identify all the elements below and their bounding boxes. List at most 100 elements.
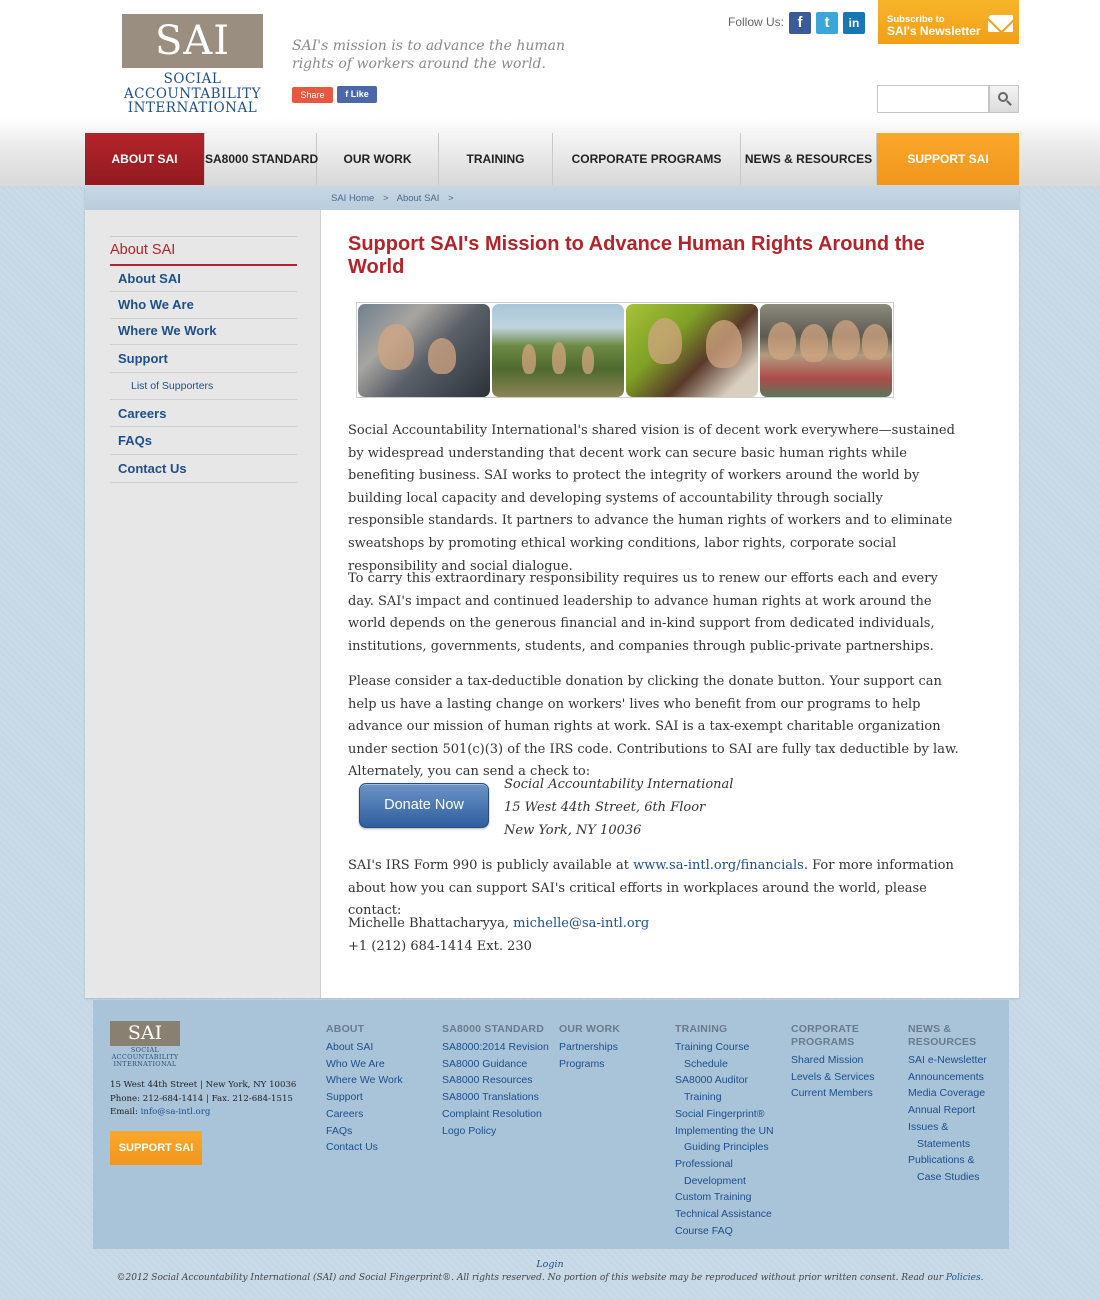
copyright-text: ©2012 Social Accountability Internationa… <box>116 1273 946 1283</box>
facebook-icon[interactable]: f <box>789 12 811 34</box>
footer-link[interactable]: Technical Assistance <box>675 1206 774 1223</box>
sidebar-item-faqs[interactable]: FAQs <box>110 427 297 455</box>
main-nav: ABOUT SAI SA8000 STANDARD OUR WORK TRAIN… <box>85 133 1019 185</box>
footer-link[interactable]: Social Fingerprint® <box>675 1106 774 1123</box>
footer-link[interactable]: Case Studies <box>908 1169 987 1186</box>
footer-col-corporate: CORPORATE PROGRAMS Shared Mission Levels … <box>791 1023 874 1102</box>
sidebar-item-list-of-supporters[interactable]: List of Supporters <box>110 373 297 400</box>
photo-field-workers <box>492 304 624 397</box>
nav-training[interactable]: TRAINING <box>439 133 553 185</box>
footer-col-heading[interactable]: CORPORATE PROGRAMS <box>791 1023 874 1049</box>
contact-email-link[interactable]: michelle@sa-intl.org <box>513 916 649 931</box>
footer-link[interactable]: FAQs <box>326 1123 403 1140</box>
share-button[interactable]: Share <box>292 87 333 103</box>
sidebar-item-careers[interactable]: Careers <box>110 400 297 427</box>
footer-link[interactable]: Training Course <box>675 1039 774 1056</box>
footer-link[interactable]: Schedule <box>675 1056 774 1073</box>
donate-now-button[interactable]: Donate Now <box>359 783 489 828</box>
footer-link[interactable]: SA8000 Resources <box>442 1072 549 1089</box>
footer-link[interactable]: Course FAQ <box>675 1223 774 1240</box>
footer-link[interactable]: Where We Work <box>326 1072 403 1089</box>
footer-address-line: 15 West 44th Street | New York, NY 10036 <box>110 1080 297 1090</box>
sidebar-item-where-we-work[interactable]: Where We Work <box>110 319 297 345</box>
footer-link[interactable]: Contact Us <box>326 1139 403 1156</box>
footer-link[interactable]: Current Members <box>791 1085 874 1102</box>
nav-sa8000-standard[interactable]: SA8000 STANDARD <box>205 133 318 185</box>
contact-block: Michelle Bhattacharyya, michelle@sa-intl… <box>348 913 963 958</box>
footer-link[interactable]: About SAI <box>326 1039 403 1056</box>
photo-two-people-reading <box>626 304 758 397</box>
nav-news-resources[interactable]: NEWS & RESOURCES <box>741 133 877 185</box>
footer-link[interactable]: Partnerships <box>559 1039 620 1056</box>
footer-col-heading[interactable]: ABOUT <box>326 1023 403 1036</box>
footer-link[interactable]: Custom Training <box>675 1189 774 1206</box>
footer-col-news: NEWS & RESOURCES SAI e-Newsletter Announc… <box>908 1023 987 1186</box>
footer-link[interactable]: SAI e-Newsletter <box>908 1052 987 1069</box>
search-button[interactable] <box>989 85 1019 113</box>
footer-link[interactable]: Publications & <box>908 1152 987 1169</box>
footer-link[interactable]: Training <box>675 1089 774 1106</box>
footer-link[interactable]: Announcements <box>908 1069 987 1086</box>
footer-link[interactable]: Shared Mission <box>791 1052 874 1069</box>
footer-link[interactable]: Annual Report <box>908 1102 987 1119</box>
paragraph-responsibility: To carry this extraordinary responsibili… <box>348 571 938 654</box>
photo-women-group <box>760 304 892 397</box>
footer-link[interactable]: SA8000 Translations <box>442 1089 549 1106</box>
address-line: New York, NY 10036 <box>504 823 642 838</box>
breadcrumb-home[interactable]: SAI Home <box>331 193 374 204</box>
footer-col-heading[interactable]: TRAINING <box>675 1023 774 1036</box>
logo[interactable]: SAI <box>122 14 263 68</box>
footer-col-heading[interactable]: NEWS & RESOURCES <box>908 1023 987 1049</box>
footer-link[interactable]: Programs <box>559 1056 620 1073</box>
footer-link[interactable]: SA8000:2014 Revision <box>442 1039 549 1056</box>
photo-strip <box>356 302 894 398</box>
footer-link[interactable]: Development <box>675 1173 774 1190</box>
breadcrumb-about[interactable]: About SAI <box>397 193 440 204</box>
footer-link[interactable]: Statements <box>908 1136 987 1153</box>
linkedin-icon[interactable]: in <box>843 12 865 34</box>
footer-col-heading[interactable]: SA8000 STANDARD <box>442 1023 549 1036</box>
newsletter-subscribe-button[interactable]: Subscribe to SAI's Newsletter <box>878 0 1019 44</box>
login-link[interactable]: Login <box>0 1259 1100 1270</box>
footer-col-heading[interactable]: OUR WORK <box>559 1023 620 1036</box>
financials-link[interactable]: www.sa-intl.org/financials <box>633 858 804 873</box>
footer-link[interactable]: Logo Policy <box>442 1123 549 1140</box>
share-label: Share <box>300 90 325 100</box>
envelope-icon <box>988 15 1013 32</box>
mailing-address: Social Accountability International 15 W… <box>504 773 733 842</box>
footer-link[interactable]: SA8000 Guidance <box>442 1056 549 1073</box>
nav-our-work[interactable]: OUR WORK <box>317 133 439 185</box>
footer-link[interactable]: Who We Are <box>326 1056 403 1073</box>
sidebar-heading[interactable]: About SAI <box>110 236 297 266</box>
logo-subtitle: SOCIAL ACCOUNTABILITY INTERNATIONAL <box>114 72 271 116</box>
nav-about-sai[interactable]: ABOUT SAI <box>85 133 205 185</box>
sidebar-item-about-sai[interactable]: About SAI <box>110 266 297 292</box>
footer-link[interactable]: Media Coverage <box>908 1085 987 1102</box>
footer-link[interactable]: Issues & <box>908 1119 987 1136</box>
sidebar-item-contact-us[interactable]: Contact Us <box>110 455 297 483</box>
nav-corporate-programs[interactable]: CORPORATE PROGRAMS <box>553 133 741 185</box>
paragraph-vision: Social Accountability International's sh… <box>348 423 955 574</box>
footer-logo[interactable]: SAI <box>110 1021 180 1046</box>
breadcrumb-bar <box>85 186 1019 210</box>
footer-link[interactable]: Complaint Resolution <box>442 1106 549 1123</box>
footer-support-sai-button[interactable]: SUPPORT SAI <box>110 1131 202 1165</box>
facebook-like-button[interactable]: f Like <box>337 86 377 103</box>
contact-name: Michelle Bhattacharyya, <box>348 916 514 931</box>
logo-sub-line: INTERNATIONAL <box>127 100 258 116</box>
footer-link[interactable]: Implementing the UN <box>675 1123 774 1140</box>
twitter-icon[interactable]: t <box>816 12 838 34</box>
footer-link[interactable]: Levels & Services <box>791 1069 874 1086</box>
sidebar-item-who-we-are[interactable]: Who We Are <box>110 292 297 319</box>
footer-link[interactable]: Guiding Principles <box>675 1139 774 1156</box>
footer-link[interactable]: Careers <box>326 1106 403 1123</box>
sidebar-item-support[interactable]: Support <box>110 345 297 373</box>
follow-us-label: Follow Us: <box>728 15 785 29</box>
footer-link[interactable]: SA8000 Auditor <box>675 1072 774 1089</box>
footer-link[interactable]: Support <box>326 1089 403 1106</box>
nav-support-sai[interactable]: SUPPORT SAI <box>877 133 1019 185</box>
footer-email-link[interactable]: info@sa-intl.org <box>141 1107 211 1117</box>
search-input[interactable] <box>877 85 989 113</box>
footer-link[interactable]: Professional <box>675 1156 774 1173</box>
policies-link[interactable]: Policies <box>946 1273 981 1283</box>
